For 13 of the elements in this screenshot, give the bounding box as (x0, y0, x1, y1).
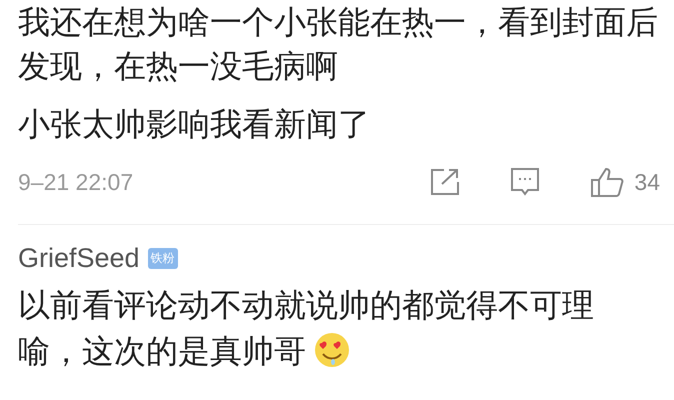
heart-eyes-emoji-icon (314, 332, 350, 368)
fan-badge: 铁粉 (148, 248, 178, 269)
share-icon (430, 168, 460, 196)
reply-button[interactable] (510, 167, 540, 197)
comment-text: 我还在想为啥一个小张能在热一，看到封面后发现，在热一没毛病啊 (18, 2, 659, 87)
comment-text: 小张太帅影响我看新闻了 (18, 104, 371, 145)
like-button[interactable]: 34 (590, 166, 660, 198)
comment-time: 9–21 22:07 (18, 168, 134, 196)
share-button[interactable] (430, 168, 460, 196)
username[interactable]: GriefSeed (18, 243, 140, 274)
comment-icon (510, 167, 540, 197)
thumbs-up-icon (590, 166, 624, 198)
comment-text: 以前看评论动不动就说帅的都觉得不可理喻，这次的是真帅哥 (18, 285, 595, 372)
